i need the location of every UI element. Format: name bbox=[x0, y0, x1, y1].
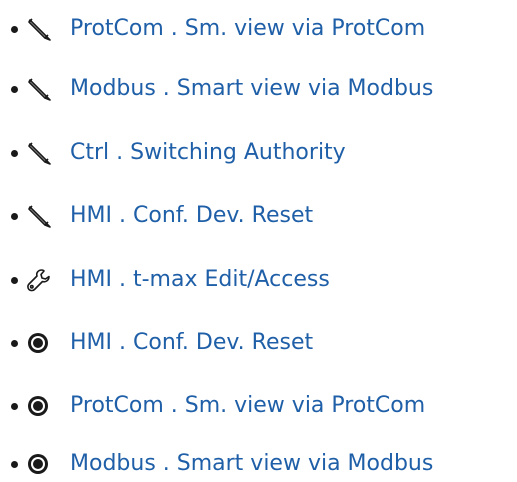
pencil-icon bbox=[26, 71, 68, 107]
link-hmi-t-max-edit-access[interactable]: HMI . t-max Edit/Access bbox=[70, 262, 330, 298]
link-modbus-smart-view[interactable]: Modbus . Smart view via Modbus bbox=[70, 71, 433, 107]
bullseye-icon bbox=[26, 388, 68, 424]
bullet-icon bbox=[11, 403, 18, 410]
link-modbus-smart-view-2[interactable]: Modbus . Smart view via Modbus bbox=[70, 446, 433, 482]
link-protcom-sm-view[interactable]: ProtCom . Sm. view via ProtCom bbox=[70, 11, 425, 47]
link-hmi-conf-dev-reset-2[interactable]: HMI . Conf. Dev. Reset bbox=[70, 325, 313, 361]
bullet-icon bbox=[11, 150, 18, 157]
wrench-icon bbox=[26, 262, 68, 298]
bullet-icon bbox=[11, 213, 18, 220]
bullet-icon bbox=[11, 26, 18, 33]
bullseye-icon bbox=[26, 446, 68, 482]
pencil-icon bbox=[26, 198, 68, 234]
link-protcom-sm-view-2[interactable]: ProtCom . Sm. view via ProtCom bbox=[70, 388, 425, 424]
bullet-icon bbox=[11, 461, 18, 468]
pencil-icon bbox=[26, 135, 68, 171]
bullet-icon bbox=[11, 340, 18, 347]
bullet-icon bbox=[11, 86, 18, 93]
bullseye-icon bbox=[26, 325, 68, 361]
bullet-icon bbox=[11, 277, 18, 284]
link-ctrl-switching-authority[interactable]: Ctrl . Switching Authority bbox=[70, 135, 346, 171]
link-hmi-conf-dev-reset[interactable]: HMI . Conf. Dev. Reset bbox=[70, 198, 313, 234]
pencil-icon bbox=[26, 11, 68, 47]
